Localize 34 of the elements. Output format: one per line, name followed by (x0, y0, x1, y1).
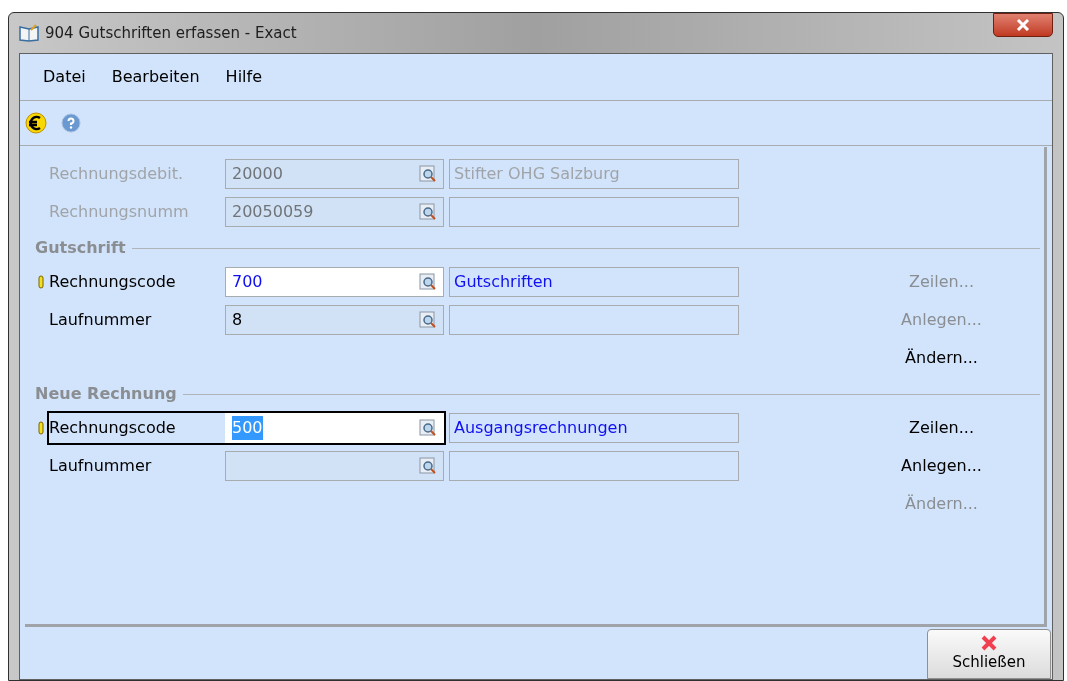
description-text: Stifter OHG Salzburg (454, 163, 620, 185)
lookup-icon[interactable] (419, 311, 437, 329)
menu-item[interactable]: Datei (43, 65, 86, 89)
close-icon (1016, 19, 1030, 31)
help-icon[interactable] (61, 113, 81, 133)
input-field[interactable]: 8 (225, 305, 444, 335)
description-text[interactable]: Ausgangsrechnungen (454, 416, 628, 440)
lookup-icon[interactable] (419, 457, 437, 475)
lookup-icon[interactable] (419, 273, 437, 291)
euro-coin-icon[interactable] (25, 112, 47, 134)
field-label: Rechnungsdebit. (49, 163, 185, 185)
field-label: Rechnungscode (49, 271, 177, 293)
input-field[interactable] (225, 451, 444, 481)
close-button[interactable] (993, 13, 1053, 37)
field-value: 20050059 (232, 201, 314, 223)
menu-item[interactable]: Bearbeiten (111, 65, 200, 89)
field-label: Laufnummer (49, 309, 153, 331)
description-text[interactable]: Gutschriften (454, 270, 553, 294)
section-title: Gutschrift (35, 237, 126, 259)
field-value: 8 (232, 309, 243, 331)
field-value: 20000 (232, 163, 283, 185)
field-label: Rechnungsnumm (49, 201, 190, 223)
input-field[interactable]: 700 (225, 267, 444, 297)
field-label: Laufnummer (49, 455, 153, 477)
field-value: 700 (232, 271, 263, 293)
x-icon (980, 634, 998, 651)
action-link[interactable]: Zeilen... (909, 409, 974, 447)
window-title: 904 Gutschriften erfassen - Exact (45, 22, 297, 44)
section-title: Neue Rechnung (35, 383, 177, 405)
action-link[interactable]: Ändern... (905, 339, 978, 377)
close-dialog-button[interactable]: Schließen (927, 629, 1051, 679)
book-icon (19, 24, 39, 42)
action-link[interactable]: Anlegen... (901, 447, 982, 485)
menu-item[interactable]: Hilfe (225, 65, 262, 89)
